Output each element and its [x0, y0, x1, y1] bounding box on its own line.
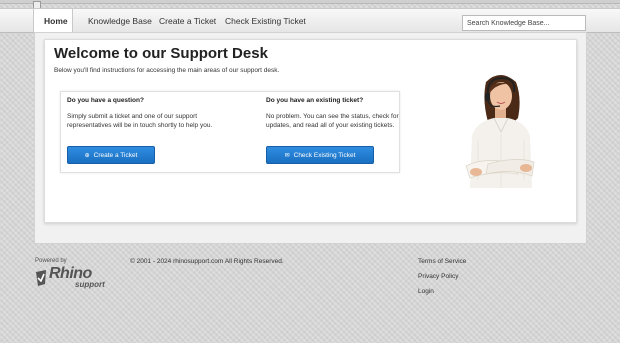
existing-heading: Do you have an existing ticket?	[266, 97, 364, 104]
copyright-text: © 2001 - 2024 rhinosupport.com All Right…	[130, 258, 284, 265]
tab-home[interactable]: Home	[33, 9, 73, 34]
logo-word-support: support	[75, 280, 105, 289]
rhino-support-logo[interactable]: Rhino support	[35, 265, 113, 291]
support-agent-image	[465, 75, 535, 188]
page-title: Welcome to our Support Desk	[54, 45, 268, 62]
existing-text-line: updates, and read all of your existing t…	[266, 121, 395, 129]
top-border	[0, 0, 620, 4]
check-existing-ticket-button[interactable]: ✉ Check Existing Ticket	[266, 146, 374, 164]
question-text-line: Simply submit a ticket and one of our su…	[67, 113, 198, 120]
create-ticket-button[interactable]: ⊕ Create a Ticket	[67, 146, 155, 164]
navbar: Home Knowledge Base Create a Ticket Chec…	[0, 8, 620, 34]
powered-by-label: Powered by	[35, 258, 67, 264]
page-intro: Below you'll find instructions for acces…	[54, 67, 280, 74]
create-ticket-button-label: Create a Ticket	[93, 152, 138, 159]
question-text-line: representatives will be in touch shortly…	[67, 121, 213, 129]
privacy-policy-link[interactable]: Privacy Policy	[418, 273, 458, 280]
plus-circle-icon: ⊕	[84, 153, 90, 159]
rhino-logo-icon	[36, 270, 46, 286]
existing-text: No problem. You can see the status, chec…	[266, 113, 399, 130]
tab-knowledge-base[interactable]: Knowledge Base	[86, 9, 154, 33]
check-existing-ticket-button-label: Check Existing Ticket	[293, 152, 356, 159]
question-heading: Do you have a question?	[67, 97, 144, 104]
search-input[interactable]	[462, 15, 586, 31]
envelope-icon: ✉	[284, 153, 290, 159]
login-link[interactable]: Login	[418, 288, 434, 295]
tab-create-ticket[interactable]: Create a Ticket	[157, 9, 218, 33]
terms-of-service-link[interactable]: Terms of Service	[418, 258, 466, 265]
question-text: Simply submit a ticket and one of our su…	[67, 113, 212, 130]
existing-text-line: No problem. You can see the status, chec…	[266, 113, 399, 120]
tab-check-existing-ticket[interactable]: Check Existing Ticket	[223, 9, 308, 33]
